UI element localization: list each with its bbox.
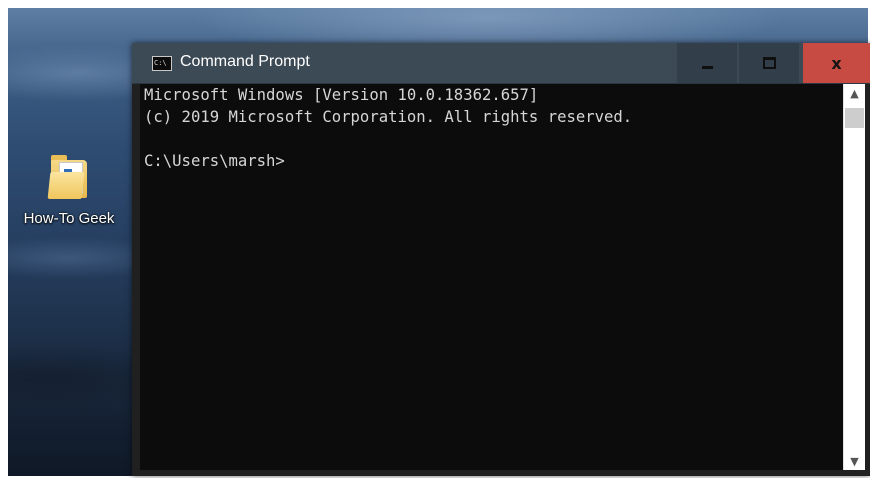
scroll-down-button[interactable]: ▼ xyxy=(844,452,865,470)
minimize-icon xyxy=(701,65,713,69)
desktop-shortcut-how-to-geek[interactable]: How-To Geek xyxy=(16,148,122,227)
window-title: Command Prompt xyxy=(180,53,310,70)
maximize-icon xyxy=(762,57,776,69)
folder-icon xyxy=(47,152,89,200)
chevron-up-icon: ▲ xyxy=(850,86,859,100)
maximize-button[interactable] xyxy=(739,43,799,83)
scroll-thumb[interactable] xyxy=(845,108,864,128)
vertical-scrollbar[interactable]: ▲ ▼ xyxy=(843,84,865,470)
close-icon: x xyxy=(831,53,842,73)
desktop-icon-label: How-To Geek xyxy=(23,210,115,227)
title-bar[interactable]: C:\ Command Prompt x xyxy=(132,43,870,84)
console-prompt: C:\Users\marsh> xyxy=(144,152,285,170)
console-line: Microsoft Windows [Version 10.0.18362.65… xyxy=(144,86,539,104)
close-button[interactable]: x xyxy=(803,43,870,83)
console-line: (c) 2019 Microsoft Corporation. All righ… xyxy=(144,108,633,126)
scroll-up-button[interactable]: ▲ xyxy=(844,84,865,102)
window-border xyxy=(132,470,870,476)
minimize-button[interactable] xyxy=(677,43,737,83)
chevron-down-icon: ▼ xyxy=(850,454,859,468)
console-output[interactable]: Microsoft Windows [Version 10.0.18362.65… xyxy=(140,84,843,470)
command-prompt-window: C:\ Command Prompt x Microsoft Windows [… xyxy=(132,43,870,476)
console-icon[interactable]: C:\ xyxy=(152,56,172,71)
